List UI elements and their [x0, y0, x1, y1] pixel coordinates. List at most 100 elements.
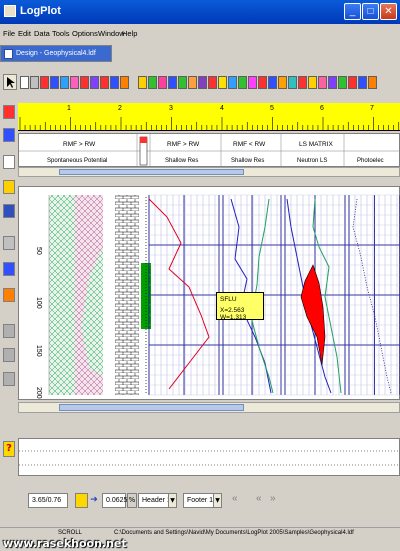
interval-tool-icon[interactable]	[228, 76, 237, 89]
open-folder-icon[interactable]	[3, 180, 15, 194]
scale-tool-icon[interactable]	[148, 76, 157, 89]
curve-edit-icon[interactable]	[3, 262, 15, 276]
view-layout-icon[interactable]	[3, 128, 15, 142]
header-title: LS MATRIX	[299, 141, 333, 148]
header-scrollbar-thumb[interactable]	[59, 169, 244, 175]
horizontal-ruler: 1 2 3 4 5 6 7	[18, 103, 400, 131]
grid-tool-icon[interactable]	[138, 76, 147, 89]
column-tool-icon[interactable]	[168, 76, 177, 89]
curve-tool-icon[interactable]	[40, 76, 49, 89]
menu-options[interactable]: Options	[72, 29, 98, 38]
log-footer-area[interactable]	[18, 438, 400, 476]
curve-tooltip: SFLU X=2.563 W=1.313	[216, 292, 264, 321]
pattern-tool-icon[interactable]	[60, 76, 69, 89]
drawing-toolbar	[0, 72, 400, 94]
plot-scrollbar[interactable]	[18, 402, 400, 413]
marker-tool-icon[interactable]	[188, 76, 197, 89]
percent-tool-icon[interactable]	[308, 76, 317, 89]
rig-tool-icon[interactable]	[358, 76, 367, 89]
menu-window[interactable]: Window	[98, 29, 125, 38]
lithology-column-limestone	[115, 195, 139, 395]
image-tool-icon[interactable]	[120, 76, 129, 89]
core-tool-icon[interactable]	[248, 76, 257, 89]
document-tab-label: Design - Geophysical4.ldf	[16, 50, 96, 57]
save-disk-icon[interactable]	[3, 204, 15, 218]
nav-prev-button[interactable]: «	[232, 493, 238, 504]
lithology-tool-icon[interactable]	[50, 76, 59, 89]
logplot-app: LogPlot _ □ ✕ File Edit Data Tools Optio…	[0, 0, 400, 551]
fill-tool-icon[interactable]	[30, 76, 39, 89]
nav-first-button[interactable]: «	[256, 493, 262, 504]
scale-value-field[interactable]: 3.65/0.76	[28, 493, 68, 508]
line-tool-icon[interactable]	[20, 76, 29, 89]
color-tool-icon[interactable]	[158, 76, 167, 89]
legend-tool-icon[interactable]	[198, 76, 207, 89]
track-grid	[148, 194, 400, 396]
track-tool-icon[interactable]	[110, 76, 119, 89]
status-mode: SCROLL	[58, 530, 83, 536]
dip-tool-icon[interactable]	[298, 76, 307, 89]
arrow-right-icon[interactable]: ➔	[89, 493, 99, 508]
text-tool-icon[interactable]	[80, 76, 89, 89]
ruler-label: 3	[169, 105, 173, 112]
edit-track-icon[interactable]	[3, 236, 15, 250]
symbol-tool-icon[interactable]	[70, 76, 79, 89]
help-icon[interactable]: ?	[3, 441, 15, 457]
close-button[interactable]: ✕	[380, 3, 397, 20]
header-scrollbar[interactable]	[18, 167, 400, 177]
maximize-button[interactable]: □	[362, 3, 379, 20]
log-header-area[interactable]: RMF > RW RMF > RW RMF < RW LS MATRIX Spo…	[18, 133, 400, 167]
print-icon[interactable]	[3, 324, 15, 338]
ruler-label: 6	[320, 105, 324, 112]
zone-tool-icon[interactable]	[208, 76, 217, 89]
menu-edit[interactable]: Edit	[18, 29, 31, 38]
header-subtitle: Shallow Res	[165, 158, 199, 164]
plot-scrollbar-thumb[interactable]	[59, 404, 244, 411]
fill-curve-icon[interactable]	[178, 76, 187, 89]
menu-tools[interactable]: Tools	[52, 29, 70, 38]
menu-bar: File Edit Data Tools Options Window Help	[0, 26, 400, 41]
comment-tool-icon[interactable]	[268, 76, 277, 89]
menu-help[interactable]: Help	[122, 29, 137, 38]
wave-tool-icon[interactable]	[328, 76, 337, 89]
minimize-button[interactable]: _	[344, 3, 361, 20]
watermark-text: www.rasekhoon.net	[3, 537, 127, 550]
header-title: RMF > RW	[167, 141, 200, 148]
bar-tool-icon[interactable]	[100, 76, 109, 89]
ruler-label: 7	[370, 105, 374, 112]
strat-tool-icon[interactable]	[278, 76, 287, 89]
preview-icon[interactable]	[3, 348, 15, 362]
depth-scale-field[interactable]: 0.0625	[102, 493, 127, 508]
photoelectric-curve	[352, 198, 392, 394]
percent-icon[interactable]: %	[127, 493, 137, 508]
tooltip-curve-name: SFLU	[220, 296, 237, 303]
nav-next-button[interactable]: »	[270, 493, 276, 504]
header-subtitle: Shallow Res	[231, 158, 265, 164]
menu-file[interactable]: File	[3, 29, 15, 38]
well-tool-icon[interactable]	[238, 76, 247, 89]
annotation-tool-icon[interactable]	[218, 76, 227, 89]
log-plot: 50 100 150 200	[35, 194, 400, 399]
depth-label: 100	[35, 297, 42, 309]
color-palette-button[interactable]	[75, 493, 88, 508]
ruler-label: 5	[270, 105, 274, 112]
ruler-label: 1	[67, 105, 71, 112]
histogram-tool-icon[interactable]	[90, 76, 99, 89]
chevron-down-icon[interactable]: ▼	[213, 493, 222, 508]
pattern-edit-icon[interactable]	[3, 288, 15, 302]
chevron-down-icon[interactable]: ▼	[168, 493, 177, 508]
menu-data[interactable]: Data	[34, 29, 50, 38]
export-icon[interactable]	[3, 372, 15, 386]
crossplot-tool-icon[interactable]	[318, 76, 327, 89]
rose-tool-icon[interactable]	[348, 76, 357, 89]
bottom-toolbar: 3.65/0.76 ➔ 0.0625 % Header 1 ▼ Footer 1…	[0, 490, 400, 514]
document-tab[interactable]: Design - Geophysical4.ldf	[0, 45, 112, 62]
tadpole-tool-icon[interactable]	[338, 76, 347, 89]
remark-tool-icon[interactable]	[368, 76, 377, 89]
sample-tool-icon[interactable]	[258, 76, 267, 89]
fracture-tool-icon[interactable]	[288, 76, 297, 89]
view-header-icon[interactable]	[3, 105, 15, 119]
app-icon	[4, 5, 16, 17]
new-page-icon[interactable]	[3, 155, 15, 169]
log-plot-area[interactable]: 50 100 150 200	[18, 186, 400, 400]
